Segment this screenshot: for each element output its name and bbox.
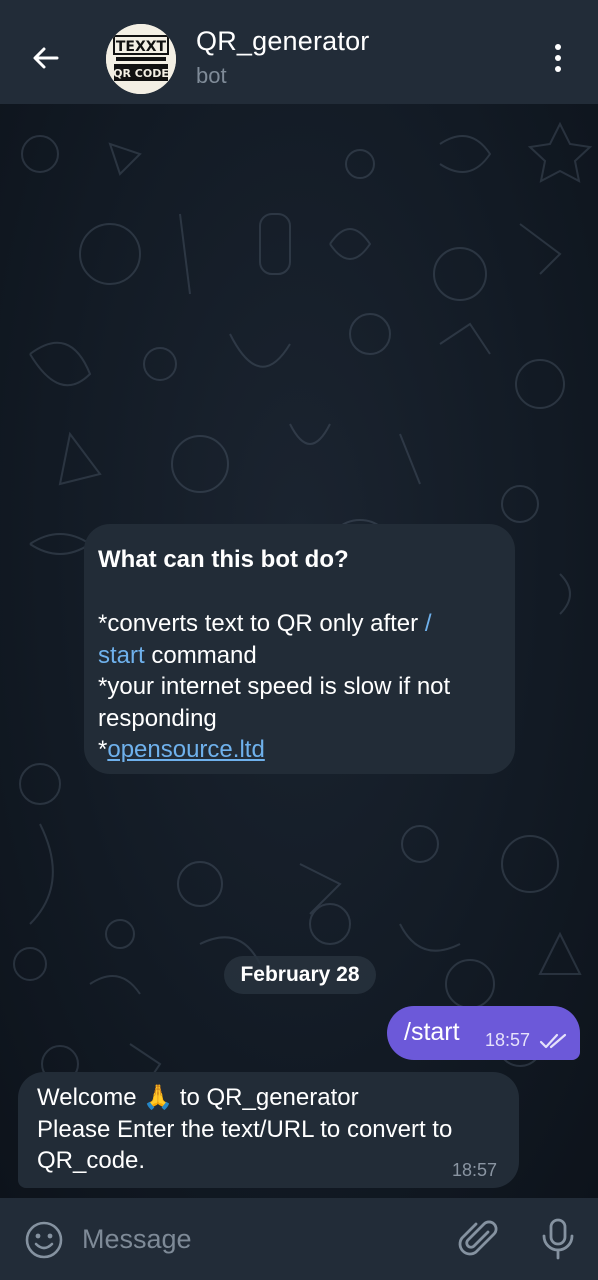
- start-command-link-part1[interactable]: /: [425, 610, 432, 637]
- bot-intro-card: What can this bot do? *converts text to …: [84, 524, 515, 774]
- chat-title[interactable]: QR_generator: [196, 26, 370, 57]
- chat-header: TEXXT QR CODE QR_generator bot: [0, 0, 598, 104]
- bot-avatar[interactable]: TEXXT QR CODE: [106, 24, 176, 94]
- incoming-message[interactable]: Welcome 🙏 to QR_generator Please Enter t…: [18, 1072, 519, 1188]
- paperclip-icon[interactable]: [458, 1218, 500, 1260]
- start-command-link-part2[interactable]: start: [98, 642, 145, 669]
- more-menu-button[interactable]: [538, 36, 578, 80]
- more-vertical-icon: [555, 44, 561, 50]
- opensource-link[interactable]: opensource.ltd: [107, 736, 264, 763]
- message-composer: [0, 1198, 598, 1280]
- svg-text:TEXXT: TEXXT: [116, 39, 167, 55]
- back-button[interactable]: [22, 34, 70, 82]
- message-text: /start: [404, 1018, 460, 1046]
- microphone-icon[interactable]: [538, 1216, 578, 1262]
- qr-logo-image: TEXXT QR CODE: [106, 24, 176, 94]
- intro-body: *converts text to QR only after / start c…: [98, 608, 501, 766]
- intro-line-2: *your internet speed is slow if not resp…: [98, 673, 451, 732]
- chat-subtitle: bot: [196, 63, 227, 88]
- message-time: 18:57: [485, 1030, 531, 1050]
- message-text: Welcome 🙏 to QR_generator Please Enter t…: [37, 1084, 453, 1174]
- arrow-left-icon: [33, 47, 59, 69]
- svg-text:QR CODE: QR CODE: [113, 67, 169, 80]
- outgoing-message[interactable]: /start 18:57: [387, 1006, 580, 1060]
- smile-icon[interactable]: [24, 1220, 64, 1260]
- message-input[interactable]: [82, 1218, 422, 1260]
- double-check-icon: [539, 1033, 567, 1049]
- intro-title: What can this bot do?: [98, 546, 349, 573]
- intro-line-3: *opensource.ltd: [98, 736, 265, 763]
- intro-line-1: *converts text to QR only after / start c…: [98, 610, 432, 669]
- folded-hands-emoji: 🙏: [143, 1084, 174, 1111]
- date-separator: February 28: [224, 956, 376, 994]
- message-time: 18:57: [452, 1160, 498, 1180]
